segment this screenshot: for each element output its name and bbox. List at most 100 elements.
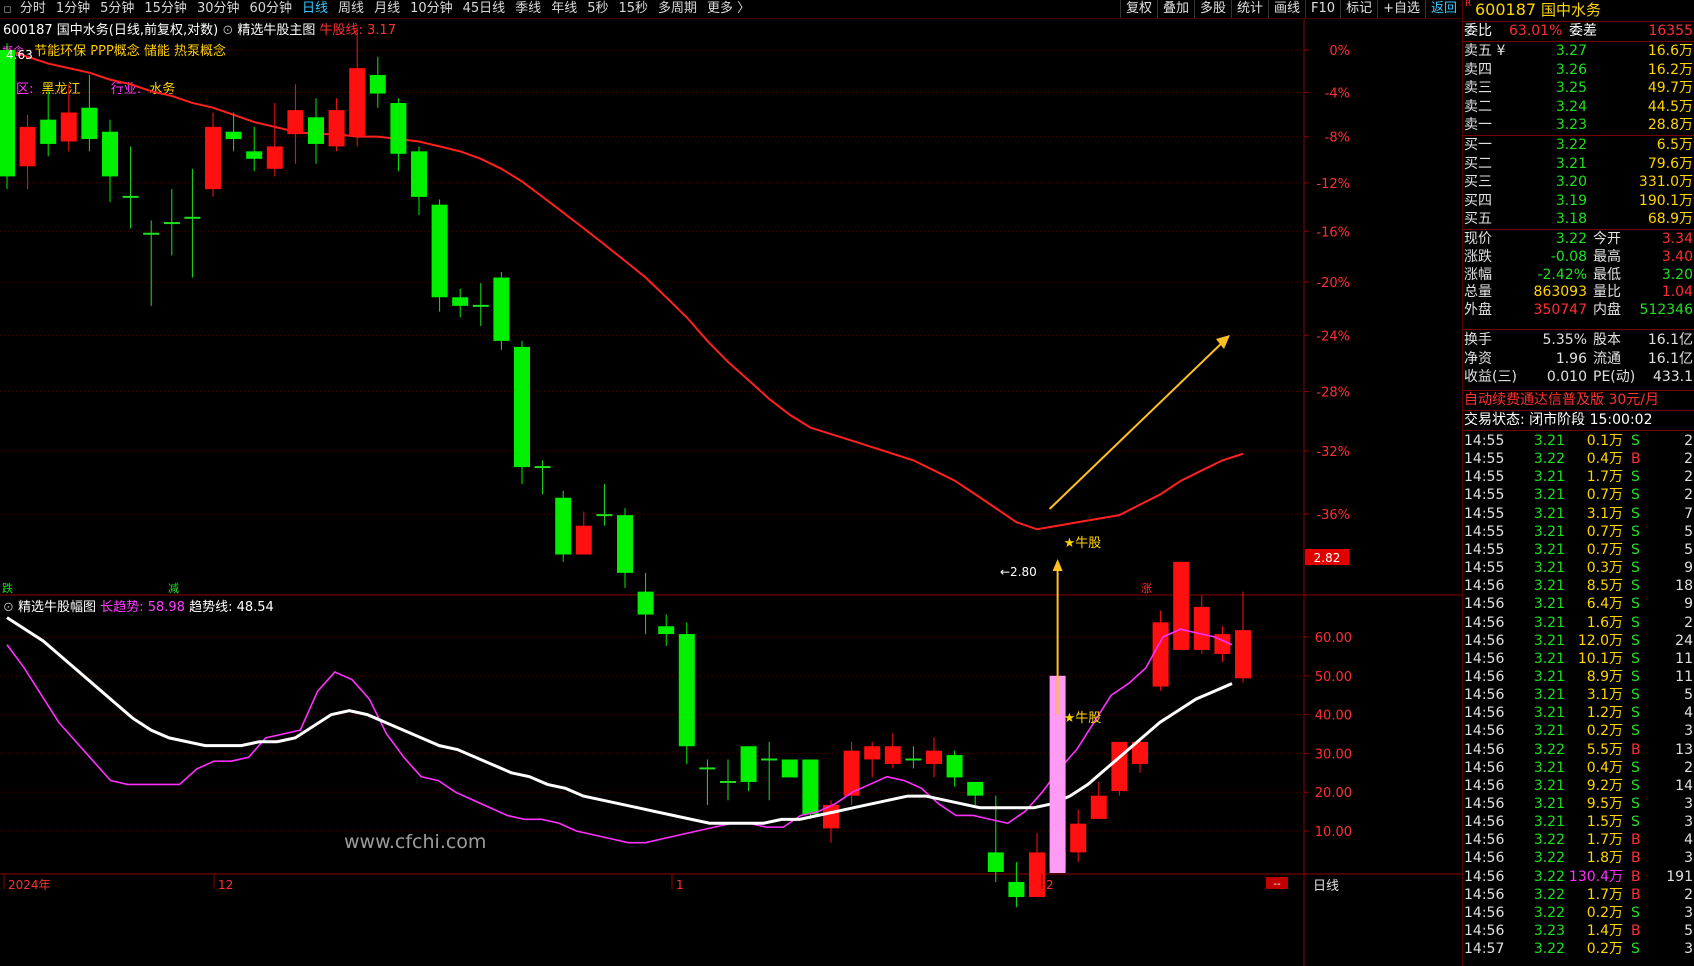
tick-volume: 1.5万 [1586, 814, 1623, 831]
period-tab[interactable]: 5分钟 [95, 0, 139, 18]
tick-time: 14:55 [1464, 469, 1505, 486]
tick-direction: S [1631, 614, 1640, 631]
tick-volume: 0.7万 [1586, 487, 1623, 504]
toolbar-button[interactable]: 标记 [1340, 0, 1377, 18]
candle-body [575, 525, 592, 555]
tick-direction: S [1631, 668, 1640, 685]
period-tab[interactable]: 周线 [333, 0, 369, 18]
candle-body [843, 750, 860, 796]
period-tab[interactable]: 月线 [369, 0, 405, 18]
period-tab[interactable]: 日线 [297, 0, 333, 18]
signal-label-sub: ★牛股 [1064, 711, 1102, 726]
period-tab[interactable]: 多周期 [653, 0, 702, 18]
toolbar-button[interactable]: 画线 [1268, 0, 1305, 18]
period-tab[interactable]: 更多 〉 [702, 0, 755, 18]
candle-body [19, 126, 36, 167]
tick-count: 3 [1684, 904, 1693, 921]
tick-time: 14:56 [1464, 832, 1505, 849]
tick-price: 3.21 [1533, 632, 1565, 649]
period-label: 日线 [1313, 879, 1339, 894]
toolbar-button[interactable]: 复权 [1119, 0, 1157, 18]
toolbar-button[interactable]: 叠加 [1156, 0, 1194, 18]
tick-price: 3.21 [1533, 505, 1565, 522]
tick-direction: S [1631, 723, 1640, 740]
toolbar-button[interactable]: F10 [1305, 0, 1340, 18]
candle-body [102, 131, 118, 177]
candle-body [802, 759, 819, 815]
period-tab[interactable]: 5秒 [582, 0, 613, 18]
tick-time: 14:56 [1464, 796, 1505, 812]
kline-chart-area[interactable]: 0% -4% -8% -12% -16% -20% -24% -28% -32% -36% 60.… [0, 19, 1462, 966]
ad-text[interactable]: 自动续费通达信普及版 30元/月 [1464, 391, 1659, 410]
tick-count: 5 [1684, 523, 1693, 540]
toolbar-button[interactable]: 多股 [1193, 0, 1231, 18]
tick-direction: B [1631, 923, 1641, 940]
quote-stat-row: 外盘 350747 内盘 512346 [1463, 301, 1694, 320]
tick-volume: 0.2万 [1586, 941, 1623, 958]
tick-price: 3.21 [1533, 777, 1565, 794]
stat-value: 863093 [1533, 284, 1587, 301]
period-tab[interactable]: 分时 [15, 0, 51, 18]
candle-body [349, 68, 366, 137]
tick-price: 3.23 [1533, 923, 1565, 940]
tick-row: 14:55 3.21 0.1万 S 2 [1463, 432, 1694, 451]
tick-time: 14:55 [1464, 560, 1505, 577]
period-tab[interactable]: 季线 [510, 0, 546, 18]
candle-body [699, 767, 716, 770]
tick-row: 14:56 3.22 130.4万 B 191 [1463, 868, 1694, 887]
tick-price: 3.21 [1533, 596, 1565, 613]
tick-direction: S [1631, 578, 1640, 595]
tick-row: 14:56 3.22 1.7万 B 4 [1463, 831, 1694, 850]
menu-square-icon[interactable]: ▫ [0, 2, 15, 17]
tick-row: 14:55 3.22 0.4万 B 2 [1463, 450, 1694, 469]
quote-stat-row: 涨幅 -2.42% 最低 3.20 [1463, 266, 1694, 285]
tick-time: 14:55 [1464, 541, 1505, 558]
buy-level-volume: 331.0万 [1638, 174, 1693, 191]
tick-time: 14:56 [1464, 777, 1505, 794]
period-tab[interactable]: 1分钟 [51, 0, 95, 18]
tick-row: 14:56 3.22 1.7万 B 2 [1463, 886, 1694, 905]
toolbar-button[interactable]: +自选 [1377, 0, 1425, 18]
quote-stat2-row: 换手 5.35% 股本 16.1亿 [1463, 331, 1694, 350]
ad-banner[interactable]: 自动续费通达信普及版 30元/月 [1463, 391, 1694, 410]
tick-count: 9 [1684, 560, 1693, 577]
tick-count: 2 [1684, 759, 1693, 776]
stat2-label: 收益(三) [1464, 369, 1517, 385]
tick-direction: S [1631, 487, 1640, 504]
toolbar-button[interactable]: 返回 [1424, 0, 1462, 18]
period-tab[interactable]: 60分钟 [244, 0, 297, 18]
tick-count: 3 [1684, 723, 1693, 740]
tick-time: 14:56 [1464, 614, 1505, 631]
sell-level-volume: 28.8万 [1647, 117, 1693, 134]
quote-panel: R 600187 国中水务 委比 63.01% 委差 16355 卖五 ¥ 3.2… [1462, 0, 1694, 966]
candle-body [1152, 622, 1169, 687]
tick-count: 2 [1684, 614, 1693, 631]
toolbar-button[interactable]: 统计 [1231, 0, 1268, 18]
period-tab[interactable]: 年线 [546, 0, 582, 18]
tick-row: 14:56 3.21 1.6万 S 2 [1463, 614, 1694, 633]
y-axis-label: -16% [1316, 225, 1350, 240]
period-tab[interactable]: 45日线 [458, 0, 511, 18]
tick-count: 191 [1666, 868, 1693, 885]
tick-count: 9 [1684, 596, 1693, 613]
candle-body [555, 497, 572, 555]
buy-level-row: 买四 3.19 190.1万 [1463, 192, 1694, 211]
period-tab[interactable]: 30分钟 [192, 0, 245, 18]
period-tab[interactable]: 15分钟 [139, 0, 192, 18]
period-tab[interactable]: 10分钟 [405, 0, 458, 18]
candle-body [720, 780, 736, 783]
tick-price: 3.21 [1533, 487, 1565, 504]
tick-direction: S [1631, 904, 1640, 921]
buy-level-price: 3.19 [1555, 192, 1587, 209]
sub-y-axis-label: 40.00 [1315, 709, 1352, 724]
stat-label: 总量 [1464, 284, 1492, 301]
candle-body [987, 852, 1004, 872]
stat-value: 3.20 [1661, 266, 1693, 283]
stat-value: 3.22 [1555, 231, 1587, 247]
quote-stat2-row: 净资 1.96 流通 16.1亿 [1463, 350, 1694, 369]
tick-time: 14:55 [1464, 487, 1505, 504]
period-tab[interactable]: 15秒 [613, 0, 653, 18]
tick-price: 3.21 [1533, 814, 1565, 831]
tick-volume: 1.7万 [1586, 886, 1623, 903]
tick-row: 14:55 3.21 0.7万 S 5 [1463, 541, 1694, 560]
